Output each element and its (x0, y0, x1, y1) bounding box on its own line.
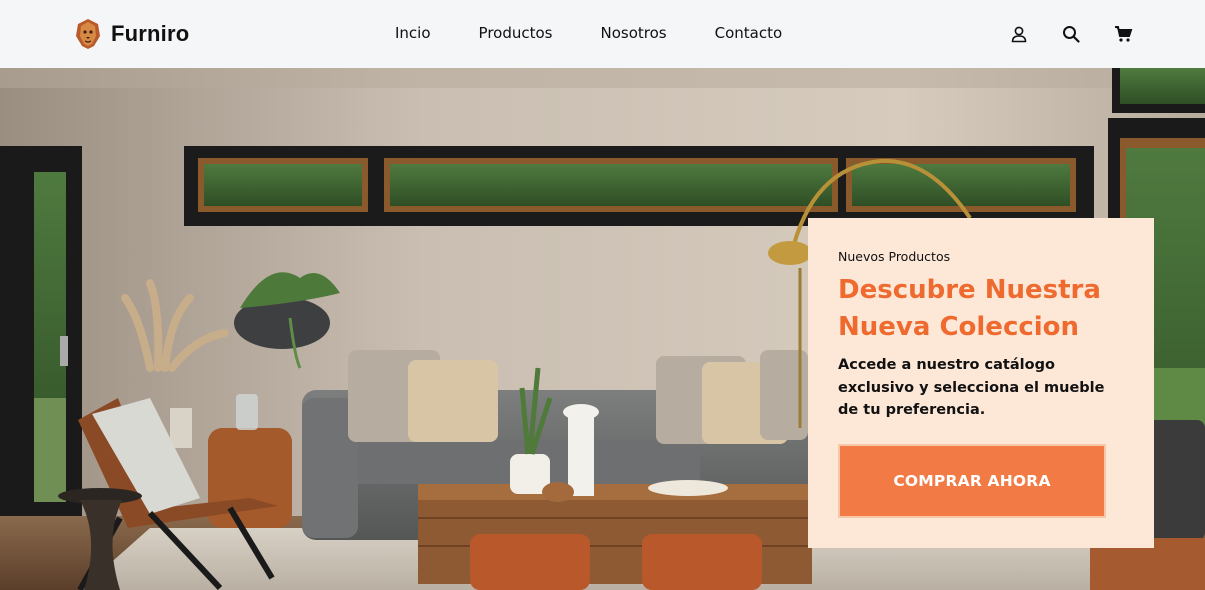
main-nav: Incio Productos Nosotros Contacto (395, 24, 830, 42)
nav-item-incio[interactable]: Incio (395, 24, 431, 42)
lion-head-logo-icon (76, 19, 100, 49)
header-actions (1009, 24, 1133, 44)
nav-item-nosotros[interactable]: Nosotros (600, 24, 666, 42)
search-icon[interactable] (1061, 24, 1081, 44)
site-header: Furniro Incio Productos Nosotros Contact… (0, 0, 1205, 68)
hero-promo-card: Nuevos Productos Descubre Nuestra Nueva … (808, 218, 1154, 548)
cart-icon[interactable] (1113, 24, 1133, 44)
brand-logo[interactable]: Furniro (74, 18, 189, 50)
hero-tag: Nuevos Productos (838, 249, 951, 264)
brand-name: Furniro (111, 21, 190, 46)
hero-title-line1: Descubre Nuestra (838, 275, 1101, 305)
hero-description: Accede a nuestro catálogo exclusivo y se… (838, 357, 1105, 418)
user-icon[interactable] (1009, 24, 1029, 44)
nav-item-productos[interactable]: Productos (479, 24, 553, 42)
hero-title-line2: Nueva Coleccion (838, 312, 1080, 342)
nav-item-contacto[interactable]: Contacto (715, 24, 783, 42)
buy-now-button[interactable]: COMPRAR AHORA (838, 444, 1106, 518)
hero-section: Nuevos Productos Descubre Nuestra Nueva … (0, 68, 1205, 590)
hero-title: Descubre Nuestra Nueva Coleccion (838, 272, 1124, 346)
